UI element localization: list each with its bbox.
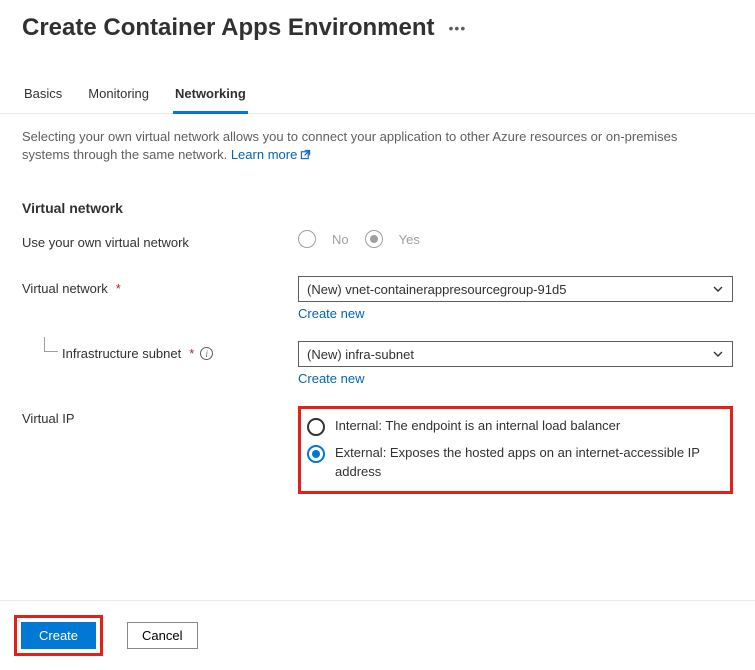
tab-description: Selecting your own virtual network allow…	[0, 114, 710, 164]
own-vnet-no-label: No	[332, 232, 349, 247]
subnet-create-new-link[interactable]: Create new	[298, 367, 364, 386]
chevron-down-icon	[712, 283, 724, 295]
tab-basics[interactable]: Basics	[22, 86, 64, 114]
external-link-icon	[300, 147, 311, 158]
subnet-dropdown[interactable]: (New) infra-subnet	[298, 341, 733, 367]
vnet-label: Virtual network*	[22, 276, 298, 296]
tab-networking[interactable]: Networking	[173, 86, 248, 114]
section-heading-vnet: Virtual network	[0, 164, 755, 224]
subnet-label: Infrastructure subnet* i	[22, 341, 298, 361]
own-vnet-label: Use your own virtual network	[22, 230, 298, 250]
own-vnet-yes-label: Yes	[399, 232, 420, 247]
vnet-value: (New) vnet-containerappresourcegroup-91d…	[307, 282, 566, 297]
page-title: Create Container Apps Environment	[22, 14, 435, 42]
vip-external-radio[interactable]	[307, 445, 325, 463]
footer: Create Cancel	[0, 600, 755, 670]
tabs: Basics Monitoring Networking	[0, 48, 755, 114]
subnet-value: (New) infra-subnet	[307, 347, 414, 362]
indent-guide	[44, 337, 58, 352]
own-vnet-yes-radio	[365, 230, 383, 248]
highlight-create-button: Create	[14, 615, 103, 656]
vnet-dropdown[interactable]: (New) vnet-containerappresourcegroup-91d…	[298, 276, 733, 302]
more-icon[interactable]: •••	[449, 20, 467, 36]
highlight-vip-options: Internal: The endpoint is an internal lo…	[298, 406, 733, 493]
own-vnet-no-radio	[298, 230, 316, 248]
create-button[interactable]: Create	[21, 622, 96, 649]
chevron-down-icon	[712, 348, 724, 360]
info-icon[interactable]: i	[200, 347, 213, 360]
learn-more-link[interactable]: Learn more	[231, 147, 311, 162]
vip-internal-label[interactable]: Internal: The endpoint is an internal lo…	[335, 417, 620, 435]
tab-monitoring[interactable]: Monitoring	[86, 86, 151, 114]
vip-external-label[interactable]: External: Exposes the hosted apps on an …	[335, 444, 724, 480]
cancel-button[interactable]: Cancel	[127, 622, 197, 649]
vip-internal-radio[interactable]	[307, 418, 325, 436]
vnet-create-new-link[interactable]: Create new	[298, 302, 364, 321]
vip-label: Virtual IP	[22, 406, 298, 426]
